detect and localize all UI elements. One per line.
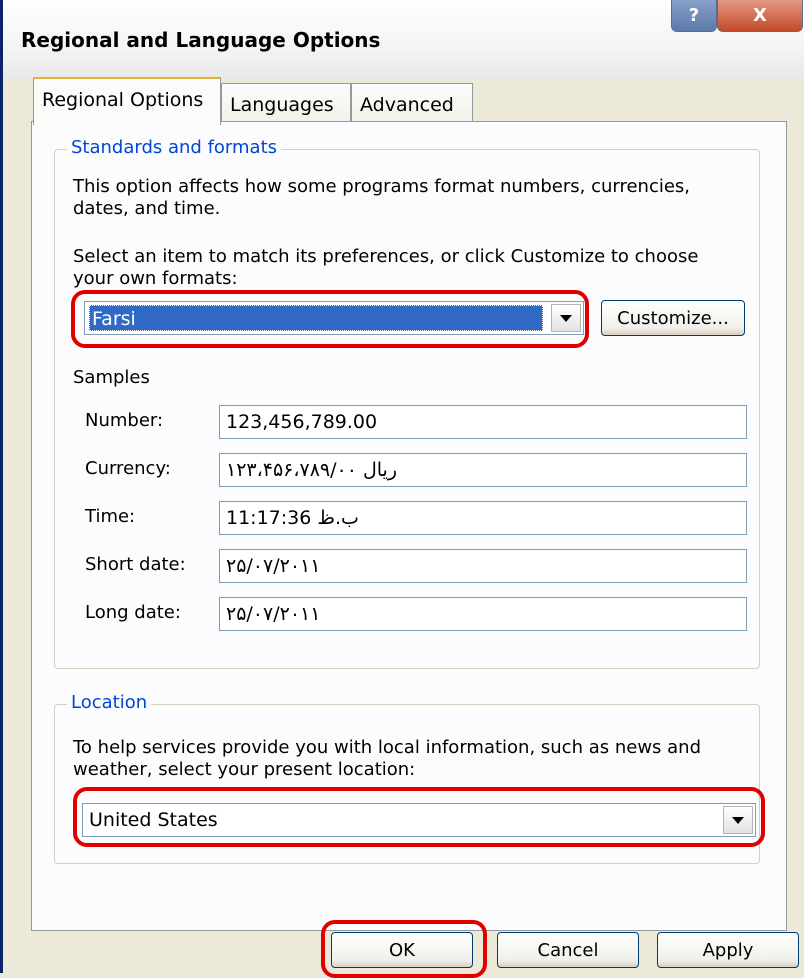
location-description-line2: weather, select your present location: xyxy=(73,759,416,780)
window-title: Regional and Language Options xyxy=(21,28,381,52)
sample-number-value: 123,456,789.00 xyxy=(219,405,747,439)
tab-languages[interactable]: Languages xyxy=(221,83,351,125)
dialog-window: Regional and Language Options ? X Region… xyxy=(0,0,804,978)
format-select[interactable]: Farsi xyxy=(84,301,584,335)
cancel-button[interactable]: Cancel xyxy=(497,932,639,968)
chevron-down-icon xyxy=(560,314,572,322)
select-prompt-line1: Select an item to match its preferences,… xyxy=(73,246,699,267)
chevron-down-icon xyxy=(732,816,744,824)
format-select-value: Farsi xyxy=(89,305,543,331)
sample-long-date-label: Long date: xyxy=(85,602,181,623)
customize-button[interactable]: Customize... xyxy=(601,300,745,336)
sample-time-value: 11:17:36 ب.ظ xyxy=(219,501,747,535)
location-select-arrow[interactable] xyxy=(723,806,753,834)
select-prompt-line2: your own formats: xyxy=(73,268,238,289)
tab-regional-options[interactable]: Regional Options xyxy=(33,77,221,125)
close-button[interactable]: X xyxy=(717,0,803,32)
sample-time-label: Time: xyxy=(85,506,136,527)
samples-label: Samples xyxy=(73,367,150,388)
help-icon: ? xyxy=(688,5,700,26)
tab-label: Languages xyxy=(230,94,334,116)
format-select-arrow[interactable] xyxy=(551,304,581,332)
sample-short-date-label: Short date: xyxy=(85,554,186,575)
sample-currency-value: ریال ۱۲۳،۴۵۶،۷۸۹/۰۰ xyxy=(219,453,747,487)
standards-formats-legend: Standards and formats xyxy=(67,137,282,158)
location-select[interactable]: United States xyxy=(82,803,756,837)
tab-advanced[interactable]: Advanced xyxy=(351,83,473,125)
close-icon: X xyxy=(753,5,767,26)
sample-long-date-value: ۲۵/۰۷/۲۰۱۱ xyxy=(219,597,747,631)
location-description-line1: To help services provide you with local … xyxy=(73,737,702,758)
location-legend: Location xyxy=(67,692,152,713)
apply-button[interactable]: Apply xyxy=(657,932,799,968)
location-select-value: United States xyxy=(89,809,218,831)
sample-number-label: Number: xyxy=(85,410,164,431)
ok-button[interactable]: OK xyxy=(331,932,473,968)
tab-label: Regional Options xyxy=(42,89,204,111)
tab-panel-regional-options: Standards and formats This option affect… xyxy=(31,121,787,931)
title-bar[interactable]: Regional and Language Options ? X xyxy=(3,0,804,80)
standards-description: This option affects how some programs fo… xyxy=(73,176,691,219)
sample-short-date-value: ۲۵/۰۷/۲۰۱۱ xyxy=(219,549,747,583)
tab-label: Advanced xyxy=(360,94,454,116)
help-button[interactable]: ? xyxy=(671,0,717,32)
standards-formats-group: Standards and formats This option affect… xyxy=(54,137,760,669)
location-group: Location To help services provide you wi… xyxy=(54,692,760,864)
sample-currency-label: Currency: xyxy=(85,458,171,479)
